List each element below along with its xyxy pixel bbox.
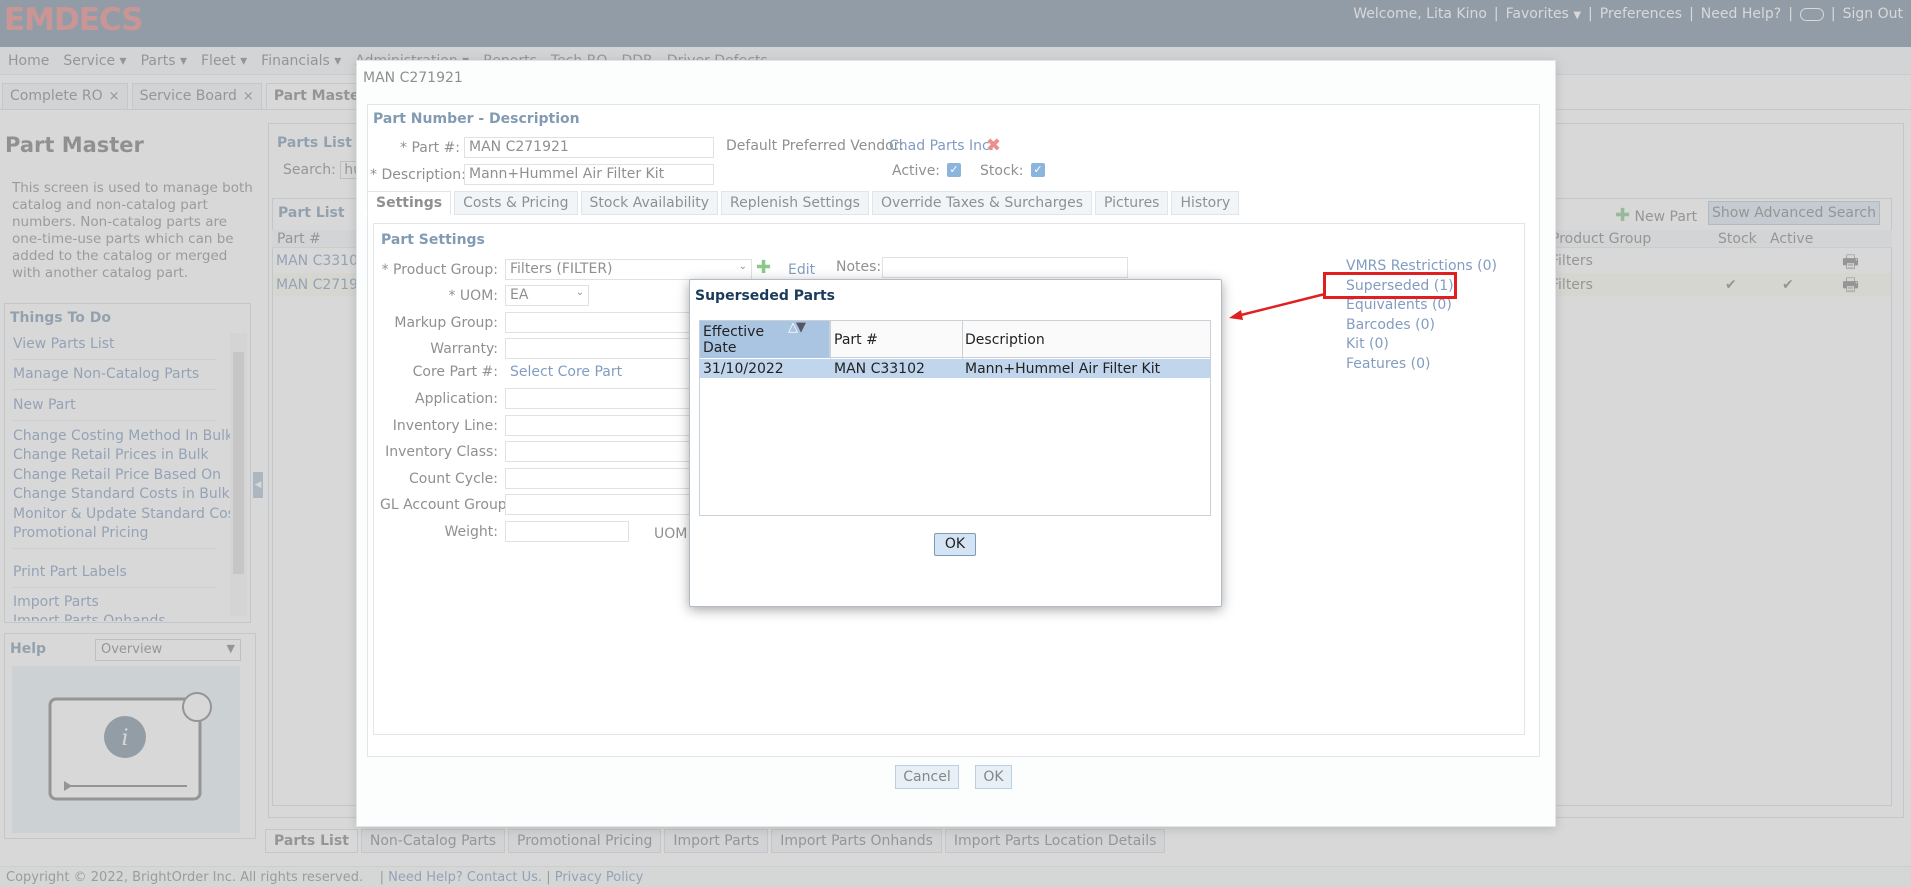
cell-date: 31/10/2022 — [703, 361, 784, 377]
col-description-label[interactable]: Description — [965, 332, 1045, 348]
sort-icon[interactable]: △▼ — [788, 320, 806, 335]
cell-description: Mann+Hummel Air Filter Kit — [965, 361, 1161, 377]
cell-part: MAN C33102 — [834, 361, 925, 377]
annotation-arrow — [1229, 292, 1326, 320]
col-effective-date-label: Effective Date — [703, 324, 765, 356]
col-part-number-label[interactable]: Part # — [834, 332, 878, 348]
superseded-ok-button[interactable]: OK — [934, 533, 976, 556]
superseded-dialog-title: Superseded Parts — [695, 288, 835, 304]
annotation-highlight — [1323, 272, 1457, 299]
